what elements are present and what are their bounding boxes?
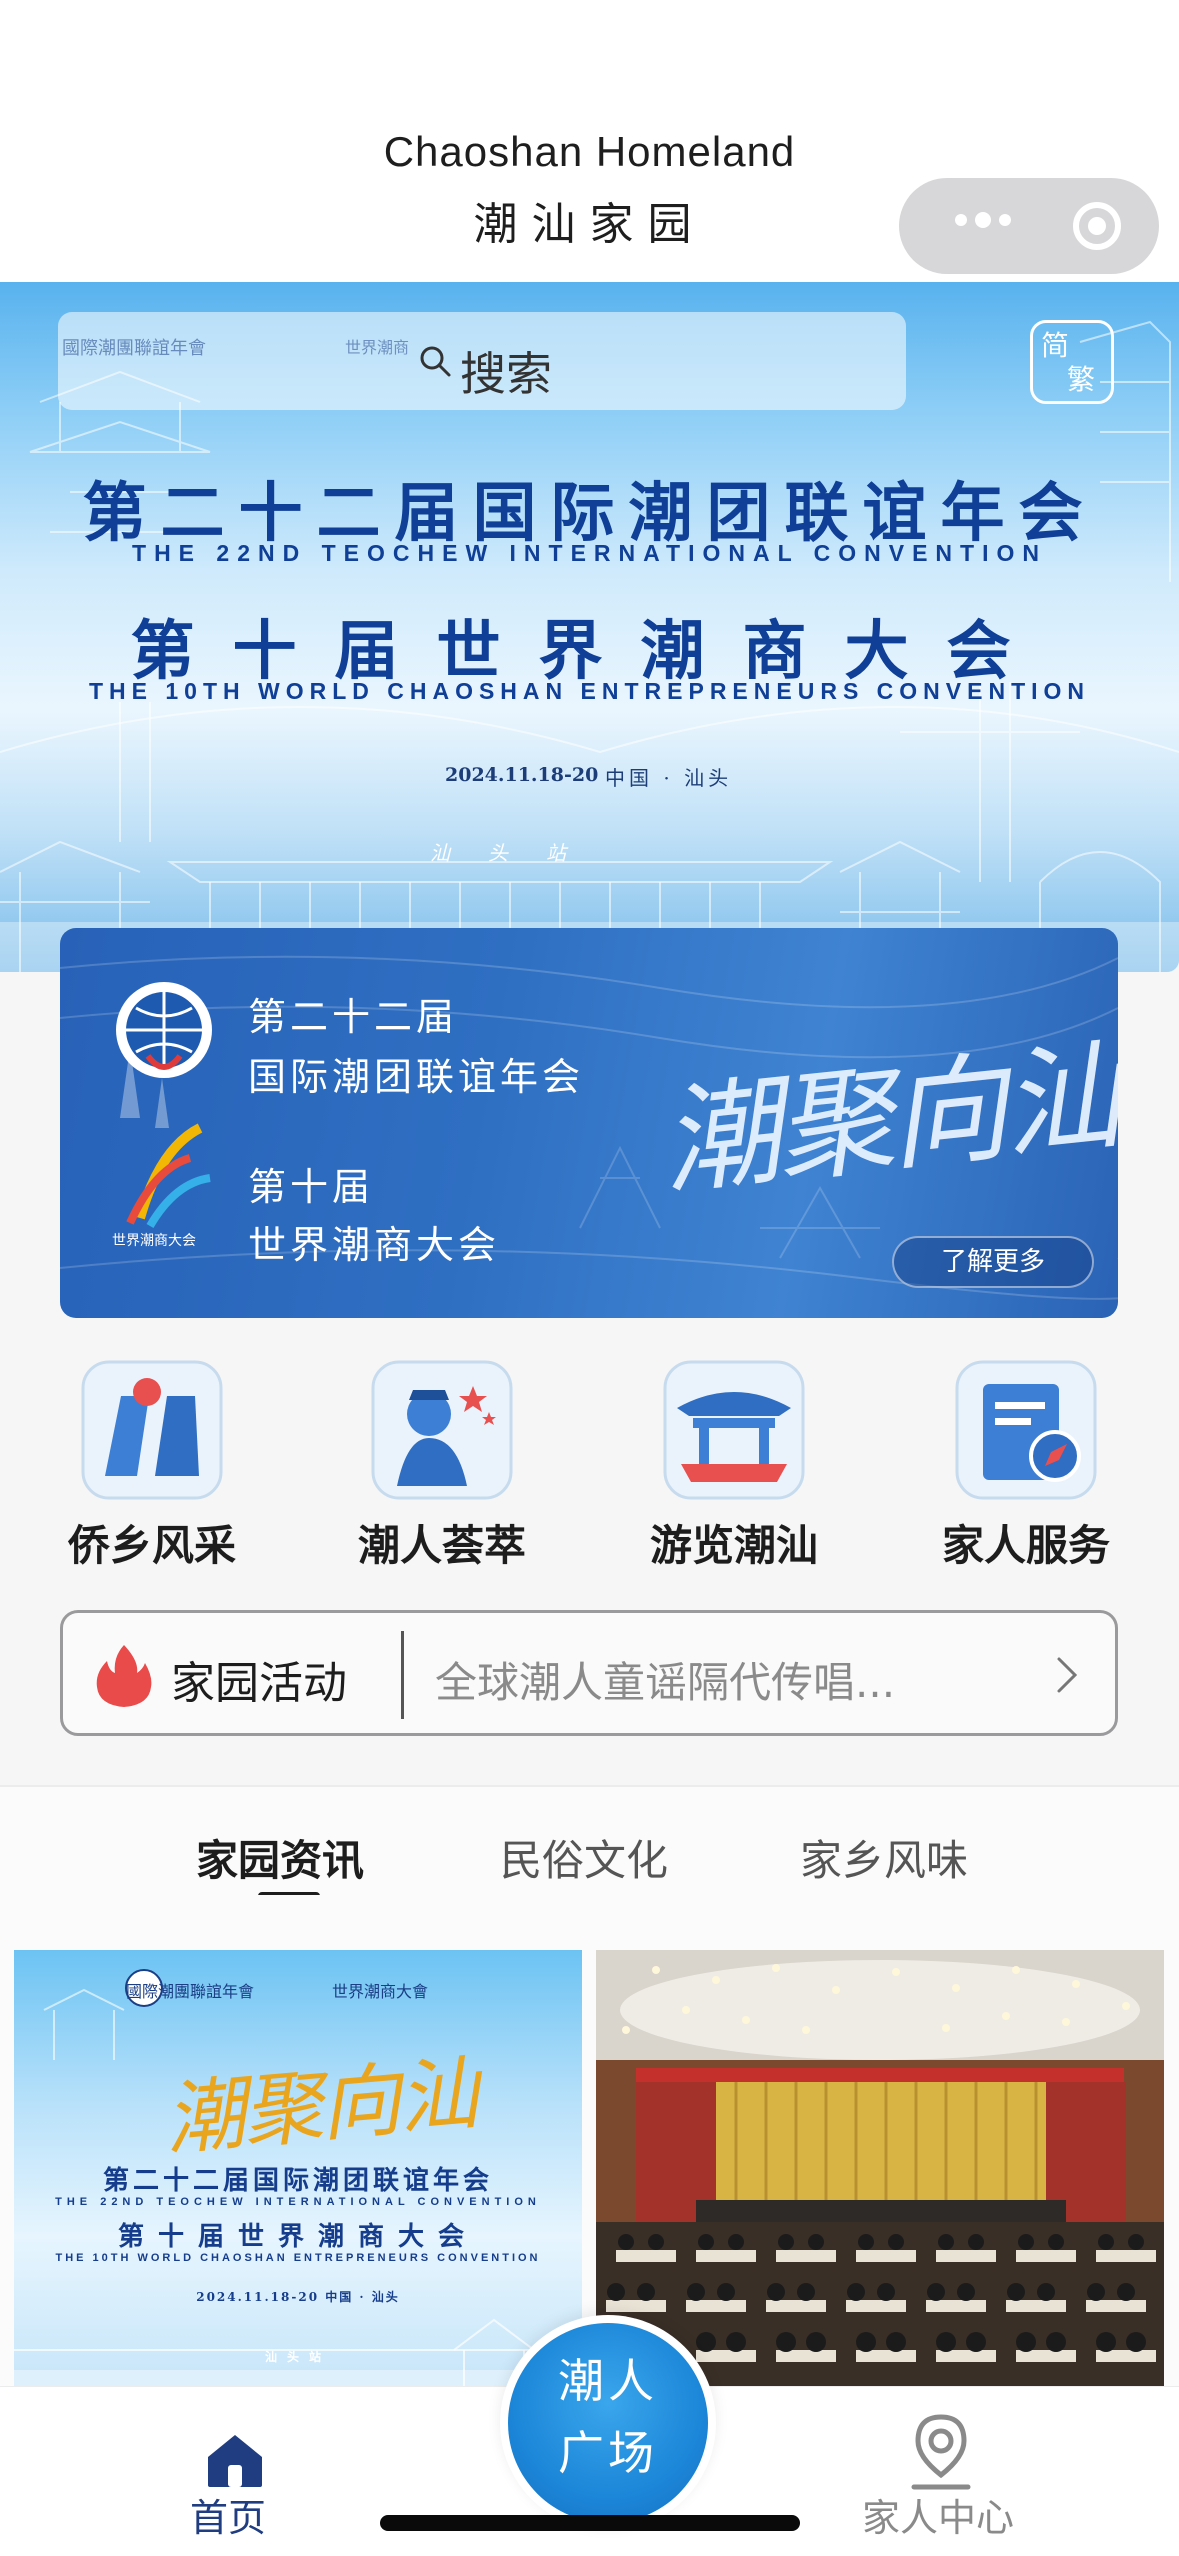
pavilion-icon: [663, 1360, 805, 1500]
app-root: Chaoshan Homeland 潮汕家园 國際潮團聯誼年會 世界潮商 搜索 …: [0, 0, 1179, 2556]
news-title-en-2: THE 10TH WORLD CHAOSHAN ENTREPRENEURS CO…: [55, 2252, 541, 2264]
home-activity-bar[interactable]: 家园活动 全球潮人童谣隔代传唱...: [60, 1610, 1118, 1736]
convention-location: 中国 · 汕头: [605, 766, 733, 790]
plaza-label-line1: 潮人: [558, 2354, 658, 2408]
service-compass-icon: [955, 1360, 1097, 1500]
nav-label: 潮人荟萃: [357, 1521, 526, 1570]
news-title-en-1: THE 22ND TEOCHEW INTERNATIONAL CONVENTIO…: [55, 2196, 541, 2208]
station-sign: 汕头站: [430, 841, 604, 865]
convention-title-en-1: THE 22ND TEOCHEW INTERNATIONAL CONVENTIO…: [132, 540, 1047, 566]
convention-title-en-2: THE 10TH WORLD CHAOSHAN ENTREPRENEURS CO…: [88, 678, 1091, 704]
news-org-logo-2: 世界潮商大會: [332, 1982, 429, 2001]
convention-promo-card[interactable]: 第二十二届 国际潮团联谊年会 第十届 世界潮商大会 世界潮商大会 潮聚向汕 了解…: [60, 928, 1118, 1318]
promo-line-2: 国际潮团联谊年会: [248, 1055, 585, 1099]
plaza-label-line2: 广场: [558, 2426, 658, 2480]
quick-nav-grid: 侨乡风采 潮人荟萃 游览潮汕 家人服务: [0, 1350, 1179, 1570]
search-placeholder[interactable]: 搜索: [460, 338, 552, 404]
activity-headline[interactable]: 全球潮人童谣隔代传唱...: [435, 1649, 895, 1710]
hero-banner[interactable]: 國際潮團聯誼年會 世界潮商 搜索 简 繁 第二十二届国际潮团联谊年会 THE 2…: [0, 282, 1179, 972]
tab-hometown-flavor[interactable]: 家乡风味: [800, 1827, 968, 1888]
tab-folk-culture[interactable]: 民俗文化: [500, 1827, 668, 1888]
tab-home-news[interactable]: 家园资讯: [196, 1827, 364, 1888]
nav-label: 家人服务: [941, 1521, 1110, 1570]
promo-logo-caption: 世界潮商大会: [112, 1233, 196, 1249]
person-location-icon[interactable]: [906, 2411, 976, 2491]
nav-overseas-hometown[interactable]: 侨乡风采: [52, 1350, 252, 1570]
home-indicator: [380, 2515, 800, 2531]
news-card-meeting-photo[interactable]: [596, 1950, 1164, 2390]
tab-home-label[interactable]: 首页: [190, 2487, 266, 2542]
learn-more-button[interactable]: 了解更多: [892, 1236, 1094, 1288]
news-category-tabs: 家园资讯 民俗文化 家乡风味: [0, 1785, 1179, 1900]
flame-icon: [96, 1645, 152, 1707]
news-card-convention[interactable]: 國際潮團聯誼年會 世界潮商大會 潮聚向汕 第二十二届国际潮团联谊年会 THE 2…: [14, 1950, 582, 2390]
app-title-english: Chaoshan Homeland: [383, 128, 796, 175]
meeting-hall-photo: [596, 1950, 1164, 2390]
lang-simplified-label: 简: [1041, 329, 1070, 362]
nav-tour-chaoshan[interactable]: 游览潮汕: [634, 1350, 834, 1570]
convention-logo-2: 世界潮商: [345, 338, 410, 357]
chaoren-plaza-inner[interactable]: 潮人 广场: [508, 2323, 708, 2523]
simplified-traditional-toggle[interactable]: 简 繁: [1030, 320, 1114, 404]
nav-family-service[interactable]: 家人服务: [926, 1350, 1126, 1570]
promo-line-3: 第十届: [248, 1165, 375, 1209]
overseas-gate-icon: [81, 1360, 223, 1500]
nav-label: 侨乡风采: [67, 1521, 236, 1570]
capsule-menu[interactable]: [899, 178, 1159, 274]
nav-label: 游览潮汕: [649, 1521, 818, 1570]
news-title-zh-1: 第二十二届国际潮团联谊年会: [102, 2166, 493, 2196]
news-org-logo-1: 國際潮團聯誼年會: [126, 1982, 255, 2001]
nav-chaoshan-people[interactable]: 潮人荟萃: [342, 1350, 542, 1570]
lang-traditional-label: 繁: [1067, 363, 1096, 396]
people-star-icon: [371, 1360, 513, 1500]
chaoren-plaza-button[interactable]: 潮人 广场: [500, 2315, 716, 2531]
home-icon[interactable]: [204, 2431, 266, 2489]
convention-logo-1: 國際潮團聯誼年會: [62, 338, 206, 359]
target-close-icon[interactable]: [1073, 202, 1121, 250]
news-title-zh-2: 第十届世界潮商大会: [117, 2222, 478, 2252]
mini-program-header: Chaoshan Homeland 潮汕家园: [0, 0, 1179, 282]
promo-line-1: 第二十二届: [248, 995, 459, 1039]
activity-label: 家园活动: [171, 1658, 347, 1709]
search-icon[interactable]: [418, 344, 452, 378]
news-station: 汕头站: [264, 2350, 331, 2364]
activity-divider: [401, 1631, 404, 1719]
chevron-right-icon[interactable]: [1053, 1655, 1081, 1695]
more-dots-icon[interactable]: [955, 212, 1011, 228]
news-date-location: 2024.11.18-20 中国 · 汕头: [196, 2290, 400, 2304]
promo-line-4: 世界潮商大会: [248, 1223, 501, 1267]
tab-family-center-label[interactable]: 家人中心: [862, 2487, 1014, 2542]
convention-date: 2024.11.18-20: [445, 764, 599, 786]
